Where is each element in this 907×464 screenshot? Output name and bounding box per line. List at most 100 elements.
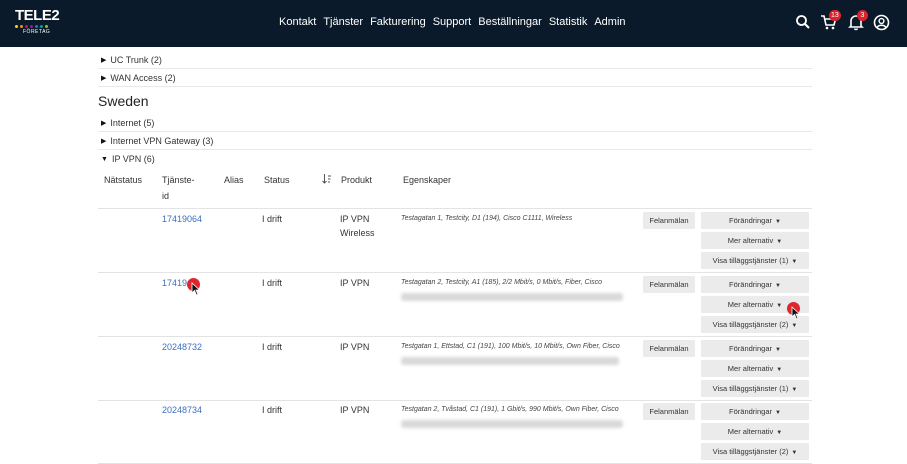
chevron-down-icon: ▼ (775, 410, 781, 416)
country-heading: Sweden (98, 93, 149, 109)
changes-dropdown-button[interactable]: Förändringar ▼ (701, 212, 809, 229)
col-header-service-id-line2[interactable]: id (162, 191, 169, 201)
more-options-dropdown-button[interactable]: Mer alternativ ▼ (701, 360, 809, 377)
logo-subtitle: FÖRETAG (23, 29, 51, 35)
group-label: IP VPN (6) (111, 154, 155, 164)
show-addons-dropdown-button[interactable]: Visa tilläggstjänster (2) ▼ (701, 443, 809, 460)
col-header-status[interactable]: Status (264, 175, 290, 185)
button-label: Förändringar (729, 407, 772, 416)
chevron-down-icon: ▼ (776, 367, 783, 373)
cart-icon[interactable]: 13 (820, 10, 841, 32)
product-value: IP VPN (340, 405, 370, 415)
group-label: WAN Access (2) (110, 72, 176, 83)
account-icon[interactable] (873, 14, 891, 32)
col-header-netstatus[interactable]: Nätstatus (104, 175, 142, 185)
button-label: Förändringar (729, 280, 772, 289)
bell-badge: 3 (857, 10, 868, 21)
button-label: Mer alternativ (727, 300, 774, 309)
button-label: Visa tilläggstjänster (2) (712, 447, 789, 456)
group-internet-vpn-gateway[interactable]: ▶ Internet VPN Gateway (3) (98, 132, 812, 150)
show-addons-dropdown-button[interactable]: Visa tilläggstjänster (1) ▼ (701, 252, 809, 269)
more-options-dropdown-button[interactable]: Mer alternativ ▼ (701, 423, 809, 440)
logo-dots (15, 25, 60, 28)
mouse-pointer-icon (191, 282, 201, 296)
group-label: Internet (5) (110, 117, 155, 128)
nav-item-admin[interactable]: Admin (594, 16, 625, 28)
nav-item-support[interactable]: Support (433, 16, 472, 28)
service-id-link[interactable]: 17419 (162, 278, 187, 288)
col-header-product[interactable]: Produkt (341, 175, 372, 185)
nav-item-statistik[interactable]: Statistik (549, 16, 588, 28)
row-divider (98, 400, 812, 401)
nav-item-bestallningar[interactable]: Beställningar (478, 16, 542, 28)
chevron-down-icon: ▼ (791, 450, 798, 456)
report-fault-button[interactable]: Felanmälan (643, 212, 695, 229)
button-label: Mer alternativ (727, 236, 774, 245)
product-value: IP VPN (340, 342, 370, 352)
tele2-logo[interactable]: TELE2 FÖRETAG (15, 7, 60, 39)
group-internet[interactable]: ▶ Internet (5) (98, 114, 812, 132)
bell-icon[interactable]: 3 (848, 10, 868, 32)
button-label: Visa tilläggstjänster (2) (712, 320, 789, 329)
nav-item-tjanster[interactable]: Tjänster (323, 16, 363, 28)
report-fault-button[interactable]: Felanmälan (643, 403, 695, 420)
logo-text: TELE2 (15, 7, 60, 24)
changes-dropdown-button[interactable]: Förändringar ▼ (701, 403, 809, 420)
cart-badge: 13 (829, 10, 841, 21)
product-value: IP VPN (340, 278, 370, 288)
expand-triangle-icon: ▶ (101, 137, 107, 145)
group-uc-trunk[interactable]: ▶ UC Trunk (2) (98, 51, 812, 69)
col-header-alias[interactable]: Alias (224, 175, 244, 185)
group-label: UC Trunk (2) (110, 54, 162, 65)
button-label: Mer alternativ (727, 364, 774, 373)
changes-dropdown-button[interactable]: Förändringar ▼ (701, 276, 809, 293)
more-options-dropdown-button[interactable]: Mer alternativ ▼ (701, 232, 809, 249)
redacted-text (401, 420, 623, 428)
row-divider (98, 336, 812, 337)
sort-icon[interactable] (322, 173, 332, 186)
group-wan-access[interactable]: ▶ WAN Access (2) (98, 69, 812, 87)
button-label: Visa tilläggstjänster (1) (712, 384, 789, 393)
group-label: Internet VPN Gateway (3) (110, 135, 214, 146)
search-icon[interactable] (795, 14, 813, 32)
chevron-down-icon: ▼ (775, 347, 781, 353)
button-label: Förändringar (729, 344, 772, 353)
nav-item-kontakt[interactable]: Kontakt (279, 16, 316, 28)
service-id-link[interactable]: 20248734 (162, 405, 202, 415)
show-addons-dropdown-button[interactable]: Visa tilläggstjänster (1) ▼ (701, 380, 809, 397)
chevron-down-icon: ▼ (775, 283, 781, 289)
expand-triangle-icon: ▶ (101, 74, 107, 82)
expand-triangle-icon: ▶ (101, 119, 107, 127)
row-divider (98, 272, 812, 273)
status-value: I drift (262, 278, 283, 288)
col-header-properties[interactable]: Egenskaper (403, 175, 451, 185)
group-ip-vpn[interactable]: ▼ IP VPN (6) (98, 150, 812, 168)
expand-triangle-icon: ▶ (101, 56, 107, 64)
service-id-link[interactable]: 17419064 (162, 214, 202, 224)
report-fault-button[interactable]: Felanmälan (643, 276, 695, 293)
product-value: IP VPN (340, 214, 370, 224)
button-label: Förändringar (729, 216, 772, 225)
properties-value: Testgatan 1, Ettstad, C1 (191), 100 Mbit… (401, 343, 620, 350)
top-navigation-bar: TELE2 FÖRETAG Kontakt Tjänster Faktureri… (0, 0, 907, 47)
chevron-down-icon: ▼ (791, 387, 798, 393)
chevron-down-icon: ▼ (791, 259, 798, 265)
properties-value: Testagatan 1, Testcity, D1 (194), Cisco … (401, 215, 573, 222)
changes-dropdown-button[interactable]: Förändringar ▼ (701, 340, 809, 357)
redacted-text (401, 357, 619, 365)
chevron-down-icon: ▼ (791, 323, 798, 329)
button-label: Mer alternativ (727, 427, 774, 436)
col-header-service-id-line1[interactable]: Tjänste- (162, 175, 195, 185)
collapse-triangle-icon: ▼ (101, 155, 108, 163)
status-value: I drift (262, 342, 283, 352)
row-divider (98, 208, 812, 209)
service-id-link[interactable]: 20248732 (162, 342, 202, 352)
chevron-down-icon: ▼ (776, 239, 783, 245)
chevron-down-icon: ▼ (775, 219, 781, 225)
properties-value: Testagatan 2, Testcity, A1 (185), 2/2 Mb… (401, 279, 603, 286)
properties-value: Testgatan 2, Tvåstad, C1 (191), 1 Gbit/s… (401, 406, 619, 413)
nav-item-fakturering[interactable]: Fakturering (370, 16, 426, 28)
main-nav: Kontakt Tjänster Fakturering Support Bes… (279, 16, 626, 28)
report-fault-button[interactable]: Felanmälan (643, 340, 695, 357)
chevron-down-icon: ▼ (776, 303, 783, 309)
